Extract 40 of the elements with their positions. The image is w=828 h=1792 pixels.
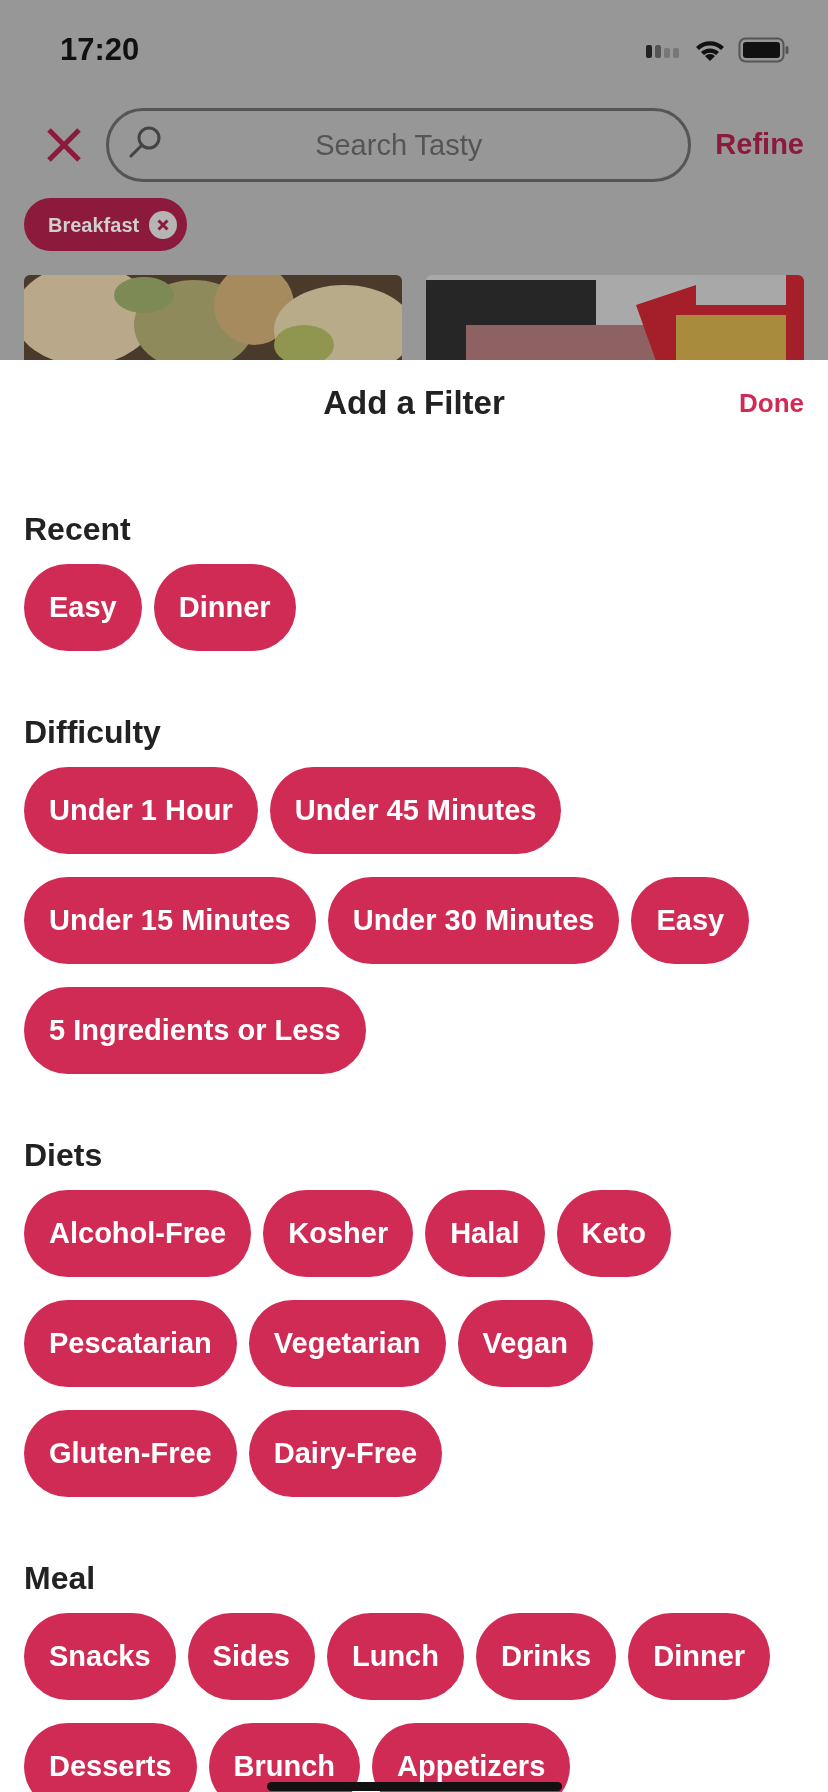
filter-chip[interactable]: Breakfast bbox=[24, 198, 188, 251]
filter-chip[interactable]: 5 Ingredients or Less bbox=[24, 987, 366, 1074]
filter-chip[interactable]: Alcohol-Free bbox=[24, 1190, 252, 1277]
filter-chip[interactable]: Easy bbox=[24, 564, 142, 651]
filter-chip[interactable]: Gluten-Free bbox=[24, 1410, 237, 1497]
status-time: 17:20 bbox=[60, 30, 140, 69]
section-heading: Recent bbox=[24, 511, 132, 547]
filter-chip[interactable]: Desserts bbox=[24, 1723, 197, 1792]
filter-chip[interactable]: Halal bbox=[425, 1190, 545, 1277]
filter-chip[interactable]: Brunch bbox=[208, 1723, 361, 1792]
search-field[interactable]: Search Tasty bbox=[106, 108, 692, 182]
filter-chip[interactable]: Under 1 Hour bbox=[24, 767, 258, 854]
filter-chip[interactable]: Dairy-Free bbox=[248, 1410, 443, 1497]
wifi-icon bbox=[694, 38, 726, 62]
filter-chip[interactable]: Under 45 Minutes bbox=[269, 767, 562, 854]
close-icon[interactable] bbox=[46, 127, 82, 163]
done-button[interactable]: Done bbox=[739, 383, 804, 423]
remove-icon[interactable] bbox=[149, 210, 178, 239]
filter-chip[interactable]: Under 30 Minutes bbox=[327, 877, 620, 964]
filter-chip[interactable]: Kosher bbox=[263, 1190, 414, 1277]
refine-button[interactable]: Refine bbox=[715, 123, 804, 167]
section-heading: Meal bbox=[24, 1560, 97, 1596]
filter-chip[interactable]: Dinner bbox=[628, 1613, 771, 1700]
filter-chip[interactable]: Snacks bbox=[24, 1613, 176, 1700]
filter-chip[interactable]: Vegetarian bbox=[248, 1300, 446, 1387]
section-heading: Difficulty bbox=[24, 714, 162, 750]
filter-chip[interactable]: Easy bbox=[631, 877, 750, 964]
filter-chip[interactable]: Sides bbox=[187, 1613, 315, 1700]
filter-chip[interactable]: Vegan bbox=[457, 1300, 593, 1387]
filter-chip[interactable]: Drinks bbox=[475, 1613, 617, 1700]
filter-chip[interactable]: Pescatarian bbox=[24, 1300, 237, 1387]
sheet-title: Add a Filter bbox=[323, 383, 505, 423]
filter-chip[interactable]: Keto bbox=[556, 1190, 671, 1277]
filter-chip[interactable]: Dinner bbox=[153, 564, 296, 651]
section-heading: Diets bbox=[24, 1137, 104, 1173]
filter-chip[interactable]: Under 15 Minutes bbox=[24, 877, 316, 964]
search-icon bbox=[128, 125, 162, 159]
battery-icon bbox=[738, 37, 790, 63]
signal-icon bbox=[646, 42, 682, 58]
filter-chip[interactable]: Lunch bbox=[326, 1613, 464, 1700]
